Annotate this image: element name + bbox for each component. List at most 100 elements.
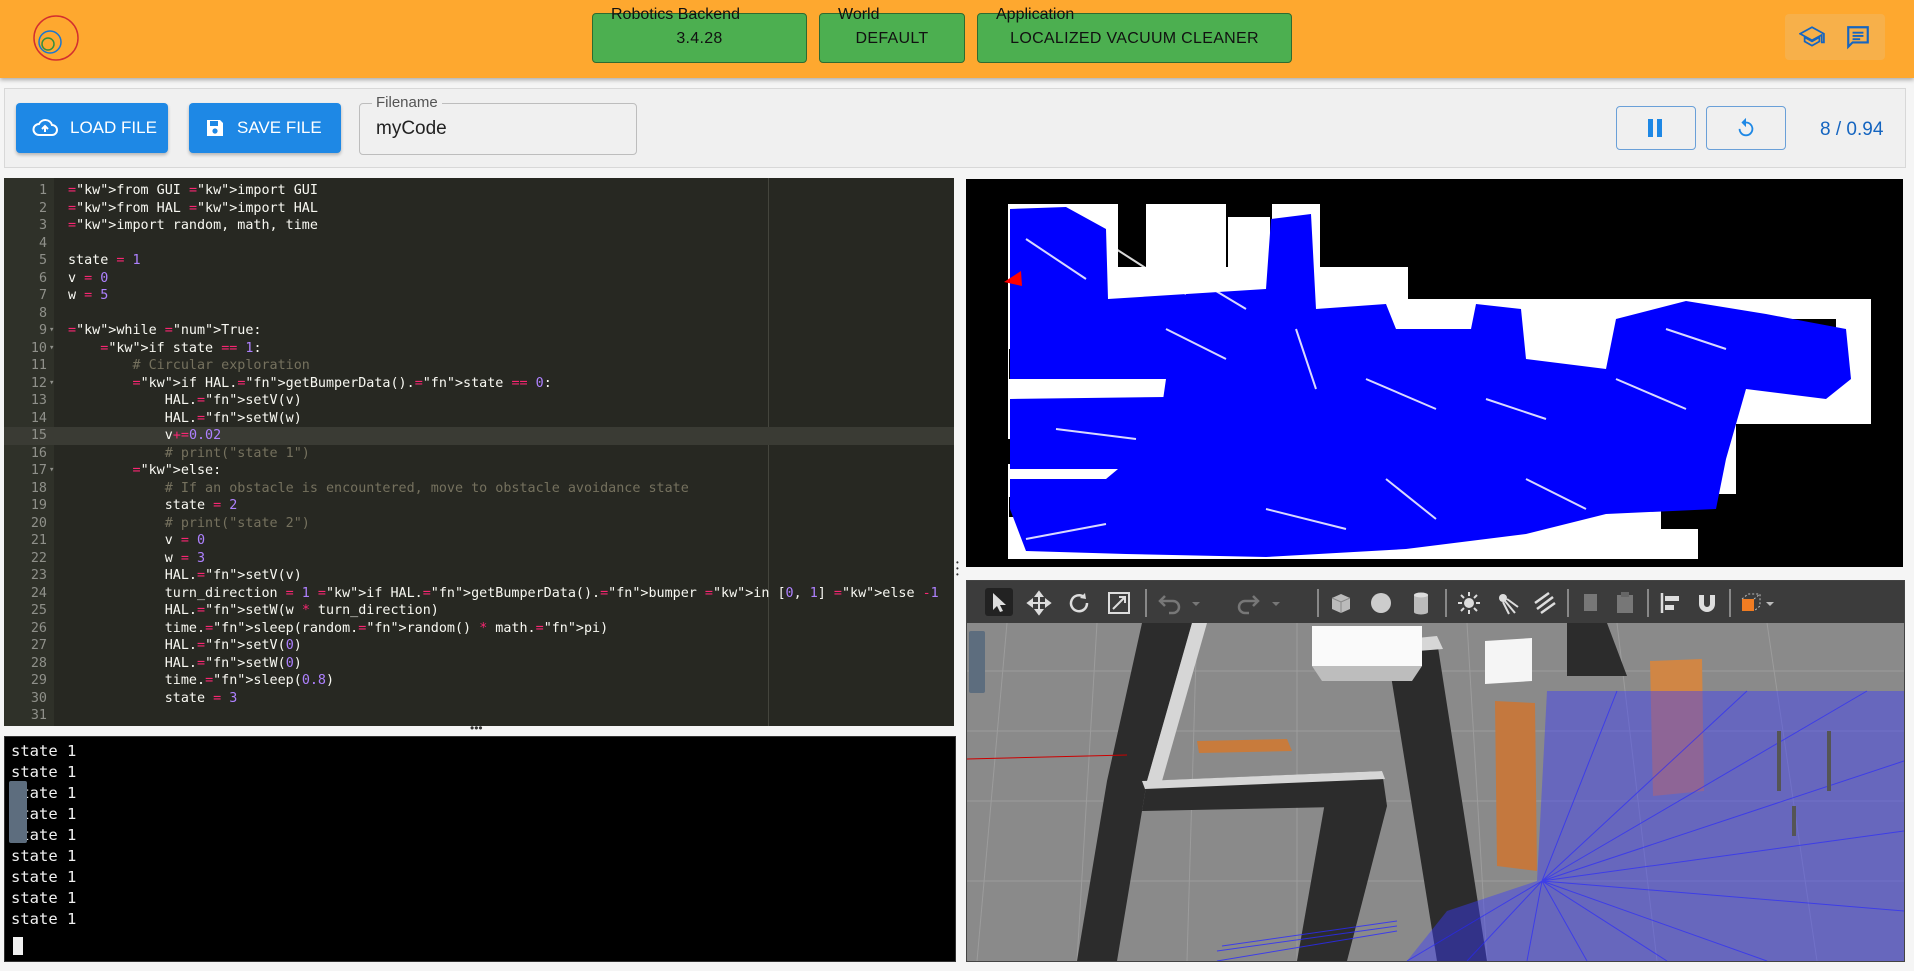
line-number: 18 bbox=[30, 480, 47, 496]
load-file-label: LOAD FILE bbox=[70, 118, 157, 137]
scale-mode-icon[interactable] bbox=[1105, 589, 1133, 617]
application-selector[interactable]: Application LOCALIZED VACUUM CLEANER bbox=[977, 6, 1292, 63]
line-number: 5 bbox=[38, 253, 47, 268]
line-number: 6 bbox=[38, 270, 47, 286]
code-line[interactable]: ="kw">if HAL.="fn">getBumperData().="fn"… bbox=[68, 375, 552, 393]
spot-light-icon[interactable] bbox=[1493, 589, 1521, 617]
save-file-button[interactable]: SAVE FILE bbox=[189, 103, 341, 153]
code-line[interactable]: state = 3 bbox=[68, 690, 238, 708]
code-line[interactable]: ="kw">from GUI ="kw">import GUI bbox=[68, 182, 318, 200]
code-line[interactable]: HAL.="fn">setW(0) bbox=[68, 655, 302, 673]
redo-icon[interactable] bbox=[1235, 589, 1263, 617]
line-number: 24 bbox=[30, 585, 47, 601]
view-angle-dropdown-icon[interactable] bbox=[1763, 589, 1777, 617]
translate-mode-icon[interactable] bbox=[1025, 589, 1053, 617]
file-toolbar: LOAD FILE SAVE FILE Filename myCode 8 / … bbox=[4, 88, 1906, 168]
code-line[interactable]: HAL.="fn">setV(v) bbox=[68, 392, 302, 410]
fold-toggle-icon[interactable]: ▾ bbox=[49, 322, 54, 340]
code-line[interactable]: v = 0 bbox=[68, 532, 205, 550]
vertical-splitter[interactable]: • • • bbox=[956, 559, 962, 579]
toolbar-divider bbox=[1567, 589, 1569, 617]
code-line[interactable]: HAL.="fn">setW(w) bbox=[68, 410, 302, 428]
code-line[interactable]: # Circular exploration bbox=[68, 357, 309, 375]
line-number: 29 bbox=[30, 673, 47, 688]
code-line[interactable]: w = 5 bbox=[68, 287, 108, 305]
code-line[interactable]: HAL.="fn">setV(v) bbox=[68, 567, 302, 585]
line-number: 27 bbox=[30, 638, 47, 653]
toolbar-divider bbox=[1445, 589, 1447, 617]
code-line[interactable]: # print("state 1") bbox=[68, 445, 310, 463]
line-number: 8 bbox=[38, 305, 47, 321]
align-icon[interactable] bbox=[1657, 589, 1685, 617]
undo-icon[interactable] bbox=[1155, 589, 1183, 617]
filename-field[interactable]: Filename myCode bbox=[359, 94, 637, 155]
code-line[interactable]: v+=0.02 bbox=[68, 427, 221, 445]
line-number: 15 bbox=[30, 428, 47, 443]
code-line[interactable]: # If an obstacle is encountered, move to… bbox=[68, 480, 689, 498]
code-line[interactable]: state = 1 bbox=[68, 252, 141, 270]
viewer-side-handle[interactable] bbox=[969, 631, 985, 693]
point-light-icon[interactable] bbox=[1455, 589, 1483, 617]
robotics-backend-badge: Robotics Backend 3.4.28 bbox=[592, 6, 807, 63]
code-line[interactable]: time.="fn">sleep(random.="fn">random() *… bbox=[68, 620, 608, 638]
code-line[interactable]: ="kw">if state == 1: bbox=[68, 340, 261, 358]
cylinder-shape-icon[interactable] bbox=[1407, 589, 1435, 617]
reset-button[interactable] bbox=[1706, 106, 1786, 150]
chat-icon[interactable] bbox=[1845, 24, 1871, 50]
print-margin bbox=[768, 178, 769, 726]
filename-label: Filename bbox=[372, 94, 442, 111]
code-line[interactable]: v = 0 bbox=[68, 270, 108, 288]
line-number: 20 bbox=[30, 515, 47, 531]
pause-button[interactable] bbox=[1616, 106, 1696, 150]
box-shape-icon[interactable] bbox=[1327, 589, 1355, 617]
fold-toggle-icon[interactable]: ▾ bbox=[49, 340, 54, 358]
paste-icon[interactable] bbox=[1611, 589, 1639, 617]
code-line[interactable]: state = 2 bbox=[68, 497, 238, 515]
console-line: state 1 bbox=[11, 910, 77, 928]
rotate-mode-icon[interactable] bbox=[1065, 589, 1093, 617]
redo-dropdown-icon[interactable] bbox=[1269, 589, 1283, 617]
line-number: 1 bbox=[38, 183, 47, 198]
code-line[interactable]: ="kw">import random, math, time bbox=[68, 217, 318, 235]
white-box-small bbox=[1485, 638, 1532, 684]
console-output[interactable]: state 1 state 1 state 1 state 1 state 1 state… bbox=[4, 736, 956, 962]
line-number: 12 bbox=[30, 375, 47, 391]
filename-value: myCode bbox=[376, 118, 447, 139]
load-file-button[interactable]: LOAD FILE bbox=[16, 103, 168, 153]
line-number: 21 bbox=[30, 533, 47, 548]
code-line[interactable]: ="kw">from HAL ="kw">import HAL bbox=[68, 200, 318, 218]
code-line[interactable]: time.="fn">sleep(0.8) bbox=[68, 672, 334, 690]
directional-light-icon[interactable] bbox=[1531, 589, 1559, 617]
fold-toggle-icon[interactable]: ▾ bbox=[49, 375, 54, 393]
application-value: LOCALIZED VACUUM CLEANER bbox=[1010, 30, 1259, 47]
code-line[interactable]: HAL.="fn">setV(0) bbox=[68, 637, 302, 655]
line-number: 22 bbox=[30, 550, 47, 566]
code-line[interactable]: # print("state 2") bbox=[68, 515, 310, 533]
code-line[interactable]: ="kw">else: bbox=[68, 462, 222, 480]
view-angle-icon[interactable] bbox=[1737, 589, 1765, 617]
console-side-handle[interactable] bbox=[9, 781, 27, 843]
line-number: 19 bbox=[30, 498, 47, 513]
world-selector[interactable]: World DEFAULT bbox=[819, 6, 965, 63]
code-line[interactable]: w = 3 bbox=[68, 550, 205, 568]
undo-dropdown-icon[interactable] bbox=[1189, 589, 1203, 617]
logo-icon[interactable] bbox=[32, 14, 80, 62]
editor-console-splitter[interactable]: ••• bbox=[470, 722, 483, 734]
fold-toggle-icon[interactable]: ▾ bbox=[49, 462, 54, 480]
line-number: 26 bbox=[30, 620, 47, 636]
code-line[interactable]: turn_direction = 1 ="kw">if HAL.="fn">ge… bbox=[68, 585, 939, 603]
copy-icon[interactable] bbox=[1577, 589, 1605, 617]
line-number: 17 bbox=[30, 463, 47, 478]
toolbar-divider bbox=[1317, 589, 1319, 617]
sphere-shape-icon[interactable] bbox=[1367, 589, 1395, 617]
console-line: state 1 bbox=[11, 889, 77, 907]
select-mode-icon[interactable] bbox=[985, 588, 1013, 616]
snap-magnet-icon[interactable] bbox=[1693, 589, 1721, 617]
graduation-cap-icon[interactable] bbox=[1799, 24, 1825, 50]
code-line[interactable]: ="kw">while ="num">True: bbox=[68, 322, 262, 340]
code-editor[interactable]: + − 1="kw">from GUI ="kw">import GUI2="k… bbox=[4, 178, 954, 726]
code-line[interactable]: HAL.="fn">setW(w * turn_direction) bbox=[68, 602, 439, 620]
stats-readout: 8 / 0.94 bbox=[1820, 119, 1884, 140]
line-number: 28 bbox=[30, 655, 47, 671]
gazebo-3d-viewer[interactable] bbox=[966, 580, 1905, 962]
